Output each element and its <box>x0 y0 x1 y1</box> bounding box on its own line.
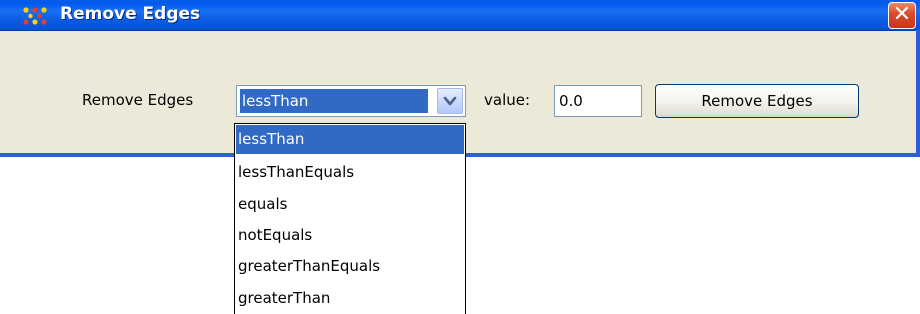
dropdown-option-notequals[interactable]: notEquals <box>236 221 464 250</box>
close-button[interactable]: ✕ <box>888 2 916 29</box>
dropdown-option-lessthanequals[interactable]: lessThanEquals <box>236 158 464 187</box>
operator-select[interactable]: lessThan <box>236 85 466 117</box>
close-icon: ✕ <box>892 2 912 27</box>
dropdown-option-lessthan[interactable]: lessThan <box>236 125 464 154</box>
window-border-right <box>916 30 920 157</box>
dropdown-option-equals[interactable]: equals <box>236 190 464 219</box>
dropdown-option-greaterthanequals[interactable]: greaterThanEquals <box>236 252 464 281</box>
value-input[interactable]: 0.0 <box>554 85 642 117</box>
title-bar[interactable]: Remove Edges ✕ <box>0 0 920 31</box>
dropdown-option-greaterthan[interactable]: greaterThan <box>236 284 464 313</box>
remove-edges-button[interactable]: Remove Edges <box>655 84 859 118</box>
operator-selected-value: lessThan <box>240 89 428 113</box>
operator-dropdown-list[interactable]: lessThan lessThanEquals equals notEquals… <box>234 123 466 314</box>
window-title: Remove Edges <box>60 4 201 24</box>
chevron-down-icon <box>443 96 457 106</box>
page: Remove Edges ✕ Remove Edges lessThan val… <box>0 0 920 314</box>
dropdown-arrow-button[interactable] <box>437 88 463 114</box>
value-label: value: <box>484 91 531 109</box>
network-grid-icon <box>23 7 47 25</box>
remove-edges-label: Remove Edges <box>82 91 194 109</box>
